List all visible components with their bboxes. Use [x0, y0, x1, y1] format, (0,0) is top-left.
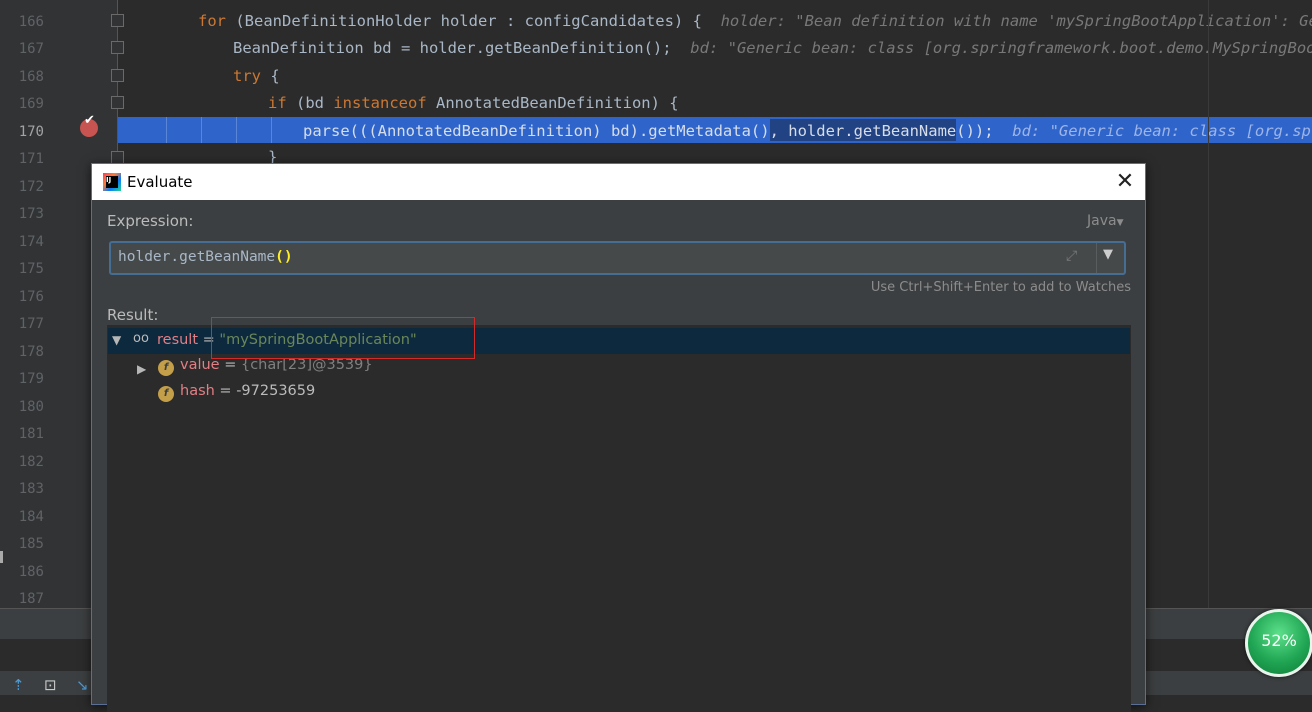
field-icon: f — [158, 386, 174, 402]
collapse-icon[interactable]: ▼ — [112, 333, 121, 347]
inline-debug-value: bd: "Generic bean: class [org.springfram… — [690, 39, 1312, 57]
line-number: 175 — [18, 261, 44, 277]
code-text: { — [261, 67, 280, 85]
inline-debug-value: bd: "Generic bean: class [org.spring — [1012, 122, 1312, 140]
line-number: 171 — [18, 151, 44, 167]
watch-hint: Use Ctrl+Shift+Enter to add to Watches — [870, 280, 1131, 295]
line-number: 183 — [18, 481, 44, 497]
code-text: BeanDefinition bd = holder.getBeanDefini… — [233, 39, 672, 57]
code-line-167[interactable]: BeanDefinition bd = holder.getBeanDefini… — [233, 35, 1312, 61]
tree-row-value[interactable]: value = {char[23]@3539} — [180, 357, 373, 373]
code-text: (bd — [286, 94, 334, 112]
code-line-168[interactable]: try { — [233, 63, 280, 89]
line-number: 180 — [18, 399, 44, 415]
field-name: hash — [180, 383, 215, 399]
inline-debug-value: holder: "Bean definition with name 'mySp… — [720, 12, 1312, 30]
line-number: 176 — [18, 289, 44, 305]
toolbar-up-icon[interactable]: ⇡ — [12, 676, 25, 694]
field-value: -97253659 — [236, 383, 316, 399]
line-number: 177 — [18, 316, 44, 332]
indent-guide — [236, 117, 237, 143]
code-line-170[interactable]: parse(((AnnotatedBeanDefinition) bd).get… — [303, 118, 1312, 144]
code-line-169[interactable]: if (bd instanceof AnnotatedBeanDefinitio… — [268, 90, 679, 116]
dialog-titlebar[interactable]: IJ Evaluate ✕ — [92, 164, 1145, 200]
line-number: 170 — [18, 124, 44, 140]
line-number: 168 — [18, 69, 44, 85]
indent-guide — [201, 117, 202, 143]
dialog-title: Evaluate — [127, 173, 193, 191]
equals-sign: = — [214, 383, 237, 399]
result-name: result — [157, 332, 199, 348]
field-value: {char[23]@3539} — [240, 357, 373, 373]
expression-parens: () — [275, 249, 293, 265]
language-selector[interactable]: Java▼ — [1087, 213, 1124, 229]
progress-badge[interactable]: 52% — [1245, 609, 1312, 677]
app-icon: IJ — [103, 173, 121, 191]
code-text: AnnotatedBeanDefinition) { — [426, 94, 679, 112]
line-number: 184 — [18, 509, 44, 525]
line-number: 186 — [18, 564, 44, 580]
expression-input[interactable]: holder.getBeanName() ⤢ ▼ — [109, 241, 1126, 275]
line-number: 181 — [18, 426, 44, 442]
line-number: 178 — [18, 344, 44, 360]
result-tree[interactable]: ▼ oo result = "mySpringBootApplication" … — [107, 325, 1131, 712]
code-text: ); — [974, 122, 994, 140]
result-label: Result: — [107, 306, 159, 324]
breakpoint-check-icon: ✔ — [84, 113, 95, 128]
evaluate-dialog: IJ Evaluate ✕ Expression: Java▼ holder.g… — [91, 163, 1146, 712]
equals-sign: = — [219, 357, 241, 373]
fold-icon[interactable] — [111, 41, 124, 54]
field-icon: f — [158, 360, 174, 376]
line-number: 169 — [18, 96, 44, 112]
line-number: 179 — [18, 371, 44, 387]
chevron-down-icon: ▼ — [1116, 218, 1124, 228]
code-text: parse(((AnnotatedBeanDefinition) bd).get… — [303, 122, 789, 140]
indent-guide — [166, 117, 167, 143]
close-icon[interactable]: ✕ — [1113, 170, 1137, 194]
divider — [1096, 243, 1097, 273]
line-number: 173 — [18, 206, 44, 222]
line-number: 167 — [18, 41, 44, 57]
keyword: if — [268, 94, 287, 112]
keyword: for — [198, 12, 226, 30]
selected-code: holder.getBeanName() — [788, 122, 975, 140]
expression-label: Expression: — [107, 212, 194, 230]
toolbar-down-icon[interactable]: ↘ — [76, 676, 89, 694]
line-number: 182 — [18, 454, 44, 470]
scroll-marker — [0, 551, 3, 563]
fold-icon[interactable] — [111, 69, 124, 82]
fold-icon[interactable] — [111, 14, 124, 27]
field-name: value — [180, 357, 220, 373]
toolbar-add-icon[interactable]: ⊡ — [44, 676, 57, 694]
line-number: 166 — [18, 14, 44, 30]
keyword: try — [233, 67, 261, 85]
expand-arrow-icon[interactable]: ▶ — [137, 362, 146, 376]
annotation-highlight-box — [211, 317, 475, 359]
keyword: instanceof — [333, 94, 427, 112]
fold-icon[interactable] — [111, 96, 124, 109]
expand-icon[interactable]: ⤢ — [1066, 248, 1077, 264]
language-label: Java — [1087, 213, 1117, 229]
code-text: (BeanDefinitionHolder holder : configCan… — [226, 12, 702, 30]
right-margin-guide — [1208, 0, 1209, 608]
expression-value: holder.getBeanName — [118, 249, 276, 265]
badge-percent: 52% — [1261, 631, 1297, 650]
code-line-166[interactable]: for (BeanDefinitionHolder holder : confi… — [198, 8, 1312, 34]
tree-row-hash[interactable]: hash = -97253659 — [180, 383, 315, 399]
line-number: 185 — [18, 536, 44, 552]
dropdown-icon[interactable]: ▼ — [1103, 247, 1113, 262]
line-number: 187 — [18, 591, 44, 607]
line-number: 174 — [18, 234, 44, 250]
indent-guide — [271, 117, 272, 143]
line-number: 172 — [18, 179, 44, 195]
watch-icon: oo — [133, 331, 149, 346]
